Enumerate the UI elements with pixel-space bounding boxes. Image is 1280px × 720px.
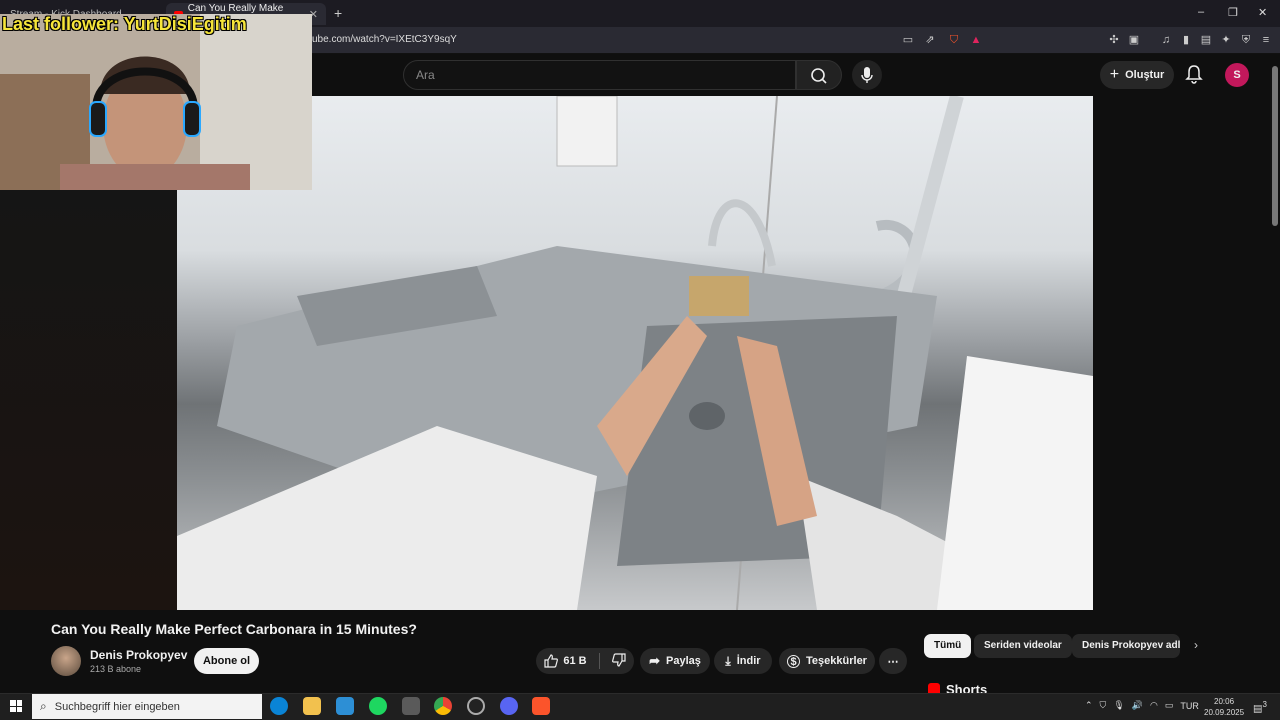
search-icon <box>811 68 827 84</box>
brave-icon[interactable] <box>532 697 550 715</box>
chip-series[interactable]: Seriden videolar <box>974 634 1072 658</box>
maximize-button[interactable]: ❐ <box>1228 6 1238 19</box>
share-page-icon[interactable]: ⇗ <box>923 33 937 47</box>
clock-time: 20:06 <box>1214 697 1235 706</box>
calculator-icon[interactable] <box>402 697 420 715</box>
cast-icon[interactable]: ▭ <box>901 33 915 47</box>
last-follower-text: Last follower: YurtDisiEgitim <box>2 14 247 34</box>
video-title: Can You Really Make Perfect Carbonara in… <box>51 621 417 637</box>
battery-icon[interactable]: ▭ <box>1165 700 1174 711</box>
search-icon: ⌕ <box>40 699 47 713</box>
thumbs-up-icon <box>544 654 559 668</box>
network-icon[interactable]: ◠ <box>1150 700 1158 711</box>
obs-icon[interactable] <box>467 697 485 715</box>
webcam-image <box>0 14 312 190</box>
notification-center-icon[interactable]: ▤3 <box>1253 700 1267 714</box>
chevron-up-icon[interactable]: ⌃ <box>1085 700 1093 711</box>
taskbar-search-input[interactable]: ⌕ Suchbegriff hier eingeben <box>32 694 262 719</box>
like-divider <box>598 653 600 669</box>
store-icon[interactable] <box>336 697 354 715</box>
windows-start-icon[interactable] <box>10 700 22 712</box>
search-input[interactable]: Ara <box>403 60 796 90</box>
new-tab-button[interactable]: + <box>334 5 342 21</box>
like-dislike-group: 61 B <box>536 648 634 674</box>
taskbar-search-placeholder: Suchbegriff hier eingeben <box>54 700 180 713</box>
brave-rewards-icon[interactable]: ▲ <box>969 33 983 47</box>
scrollbar-thumb[interactable] <box>1272 66 1278 226</box>
create-button[interactable]: + Oluştur <box>1100 61 1174 89</box>
close-window-button[interactable]: ✕ <box>1258 6 1267 19</box>
subscribe-button[interactable]: Abone ol <box>194 648 259 674</box>
super-thanks-icon: $ <box>787 654 801 668</box>
clock-date: 20.09.2025 <box>1204 708 1245 717</box>
file-explorer-icon[interactable] <box>303 697 321 715</box>
share-icon: ➦ <box>649 653 661 668</box>
thanks-label: Teşekkürler <box>806 655 867 667</box>
sidebar-icon[interactable]: ▮ <box>1179 33 1193 47</box>
download-label: İndir <box>736 655 761 667</box>
language-indicator[interactable]: TUR <box>1180 701 1199 711</box>
media-icon[interactable]: ♫ <box>1159 33 1173 47</box>
create-label: Oluştur <box>1125 69 1165 81</box>
voice-search-button[interactable] <box>852 60 882 90</box>
bell-icon <box>1185 65 1203 84</box>
extensions-icon[interactable]: ✣ <box>1107 33 1121 47</box>
search-button[interactable] <box>796 60 842 90</box>
notification-count: 3 <box>1262 700 1267 709</box>
like-button[interactable]: 61 B <box>544 654 587 668</box>
share-button[interactable]: ➦ Paylaş <box>640 648 710 674</box>
channel-avatar[interactable] <box>51 646 81 676</box>
volume-icon[interactable]: 🔊 <box>1132 700 1143 711</box>
left-background-pane <box>0 190 177 610</box>
chrome-icon[interactable] <box>434 697 452 715</box>
taskbar-clock[interactable]: 20:06 20.09.2025 <box>1204 696 1244 718</box>
thumbs-down-icon <box>611 652 626 667</box>
webcam-overlay <box>0 14 312 190</box>
edge-icon[interactable] <box>270 697 288 715</box>
share-label: Paylaş <box>666 655 701 667</box>
system-tray: ⌃ ⛉ 🎙 🔊 ◠ ▭ TUR <box>1085 700 1199 711</box>
download-button[interactable]: ⤓ İndir <box>714 648 772 674</box>
channel-subscriber-count: 213 B abone <box>90 664 142 674</box>
microphone-icon[interactable]: 🎙 <box>1113 700 1124 711</box>
minimize-button[interactable]: – <box>1198 6 1204 18</box>
like-count: 61 B <box>563 655 587 667</box>
download-icon: ⤓ <box>725 653 731 668</box>
plus-icon: + <box>1109 66 1120 83</box>
wallet-icon[interactable]: ▣ <box>1127 33 1141 47</box>
vpn-icon[interactable]: ⛨ <box>1239 33 1253 47</box>
chip-all[interactable]: Tümü <box>924 634 972 658</box>
right-background-pane <box>1093 96 1270 610</box>
channel-name[interactable]: Denis Prokopyev <box>90 648 187 662</box>
account-avatar[interactable]: S <box>1225 63 1249 87</box>
discord-icon[interactable] <box>500 697 518 715</box>
menu-icon[interactable]: ≡ <box>1259 33 1273 47</box>
leo-icon[interactable]: ▤ <box>1199 33 1213 47</box>
video-frame-image <box>177 96 1093 610</box>
url-field[interactable]: ube.com/watch?v=IXEtC3Y9sqY <box>312 34 457 45</box>
notifications-button[interactable] <box>1185 64 1203 84</box>
microphone-icon <box>861 67 873 83</box>
dislike-button[interactable] <box>611 652 626 670</box>
thanks-button[interactable]: $ Teşekkürler <box>779 648 875 674</box>
brave-shield-icon[interactable]: ⛉ <box>947 33 961 47</box>
video-player[interactable] <box>177 96 1093 610</box>
spotify-icon[interactable] <box>369 697 387 715</box>
security-icon[interactable]: ⛉ <box>1100 700 1107 711</box>
ai-icon[interactable]: ✦ <box>1219 33 1233 47</box>
chevron-right-icon[interactable]: › <box>1194 638 1198 652</box>
chip-channel[interactable]: Denis Prokopyev adlı <box>1072 634 1180 658</box>
more-actions-button[interactable]: ⋯ <box>879 648 907 674</box>
